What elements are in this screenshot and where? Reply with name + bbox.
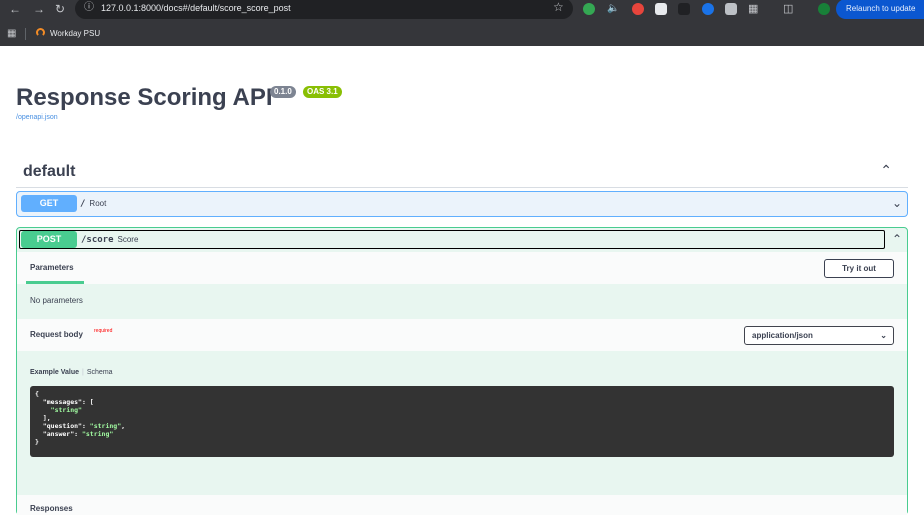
bookmark-workday-psu[interactable]: Workday PSU — [36, 27, 100, 41]
oas-badge: OAS 3.1 — [303, 86, 342, 98]
tab-divider: | — [82, 369, 84, 376]
responses-label: Responses — [30, 504, 73, 513]
tag-title: default — [23, 163, 76, 180]
code-line: "string" — [35, 406, 82, 414]
request-body-header: Request body required application/json ⌄ — [17, 319, 907, 351]
side-panel-icon[interactable]: ◫ — [783, 2, 793, 16]
bookmarks-bar: ▦ Workday PSU — [0, 24, 924, 44]
no-parameters-text: No parameters — [30, 296, 83, 305]
operation-summary: Score — [117, 235, 139, 244]
operation-summary: Root — [89, 199, 107, 208]
dark-extension-icon[interactable] — [678, 3, 690, 15]
responses-header: Responses — [17, 495, 907, 515]
reload-icon[interactable]: ↻ — [55, 2, 65, 16]
forward-arrow-icon[interactable]: → — [33, 2, 45, 16]
swagger-page: Response Scoring API 0.1.0 OAS 3.1 /open… — [0, 46, 924, 515]
mute-icon[interactable]: 🔈 — [607, 2, 619, 16]
tag-section-default[interactable]: default ⌃ — [16, 156, 908, 188]
operation-post-header[interactable]: POST /score Score — [19, 230, 885, 249]
operation-path: /score — [81, 235, 114, 245]
chevron-down-icon: ⌄ — [880, 331, 887, 340]
operation-path-summary: /score Score — [81, 232, 138, 248]
code-line: } — [35, 438, 39, 446]
example-body-code: { "messages": [ "string" ], "question": … — [30, 386, 894, 457]
profile-avatar[interactable] — [818, 3, 830, 15]
back-arrow-icon[interactable]: ← — [9, 2, 21, 16]
browser-chrome: ← → ↻ ⓘ 127.0.0.1:8000/docs#/default/sco… — [0, 0, 924, 46]
bookmark-star-icon[interactable]: ☆ — [553, 1, 564, 14]
apps-grid-icon[interactable]: ▦ — [7, 28, 16, 39]
required-marker: required — [94, 328, 113, 334]
extensions-puzzle-icon[interactable]: ▦ — [748, 2, 758, 16]
operation-get-root[interactable]: GET / Root ⌄ — [16, 191, 908, 217]
code-line: "question": "string", — [35, 422, 126, 430]
page-title: Response Scoring API — [16, 84, 273, 111]
workday-favicon-icon — [36, 28, 45, 37]
method-badge-post: POST — [21, 231, 77, 248]
parameters-tab[interactable]: Parameters — [30, 263, 74, 273]
tab-schema[interactable]: Schema — [87, 369, 113, 376]
example-schema-tabs: Example Value | Schema — [30, 368, 113, 377]
tab-example-value[interactable]: Example Value — [30, 369, 79, 376]
code-line: ], — [35, 414, 51, 422]
blue-extension-icon[interactable] — [702, 3, 714, 15]
address-row: ← → ↻ ⓘ 127.0.0.1:8000/docs#/default/sco… — [0, 0, 924, 20]
bookmarks-divider — [25, 28, 26, 40]
address-bar[interactable]: ⓘ 127.0.0.1:8000/docs#/default/score_sco… — [75, 0, 573, 19]
chevron-up-icon[interactable]: ⌃ — [892, 232, 902, 246]
content-type-value: application/json — [752, 331, 813, 340]
address-url: 127.0.0.1:8000/docs#/default/score_score… — [101, 3, 291, 13]
grey-extension-icon[interactable] — [655, 3, 667, 15]
parameters-tab-underline — [26, 281, 84, 284]
site-info-icon[interactable]: ⓘ — [84, 2, 94, 14]
red-extension-icon[interactable] — [632, 3, 644, 15]
content-type-select[interactable]: application/json ⌄ — [744, 326, 894, 345]
code-line: { — [35, 390, 39, 398]
try-it-out-button[interactable]: Try it out — [824, 259, 894, 278]
grammarly-extension-icon[interactable] — [583, 3, 595, 15]
relaunch-to-update-button[interactable]: Relaunch to update — [836, 0, 924, 19]
code-line: "answer": "string" — [35, 430, 114, 438]
openapi-json-link[interactable]: /openapi.json — [16, 113, 58, 122]
request-body-label: Request body — [30, 330, 83, 339]
operation-path: / — [80, 199, 86, 209]
operation-post-score: POST /score Score ⌃ Parameters Try it out… — [16, 227, 908, 515]
method-badge-get: GET — [21, 195, 77, 212]
bookmark-label: Workday PSU — [50, 29, 101, 38]
chevron-down-icon[interactable]: ⌄ — [892, 196, 902, 210]
operation-path-summary: / Root — [80, 196, 106, 212]
screenshot-extension-icon[interactable] — [725, 3, 737, 15]
parameters-header: Parameters Try it out — [17, 252, 907, 284]
chevron-up-icon[interactable]: ⌃ — [880, 163, 892, 177]
version-badge: 0.1.0 — [270, 86, 296, 98]
code-line: "messages": [ — [35, 398, 94, 406]
